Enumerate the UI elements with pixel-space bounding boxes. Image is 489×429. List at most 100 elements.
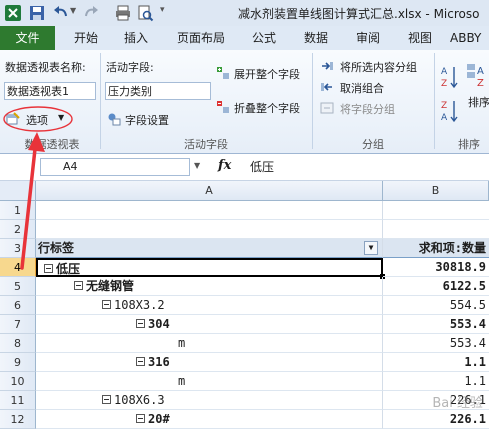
save-icon[interactable]: [28, 4, 46, 22]
group-label-group: 分组: [362, 138, 384, 151]
group-selection-button[interactable]: 将所选内容分组: [320, 58, 430, 76]
row-labels-filter-icon[interactable]: ▼: [364, 241, 378, 255]
insert-function-icon[interactable]: fx: [218, 158, 231, 173]
svg-text:A: A: [441, 67, 448, 77]
pivot-row-labels-header[interactable]: 行标签 ▼: [36, 239, 383, 258]
cell-a8[interactable]: m: [36, 334, 383, 353]
field-settings-icon: [108, 113, 121, 126]
select-all-corner[interactable]: [0, 181, 36, 201]
cell-b5[interactable]: 6122.5: [383, 277, 489, 296]
cell-b12[interactable]: 226.1: [383, 410, 489, 429]
collapse-icon[interactable]: [102, 395, 111, 404]
column-header-a[interactable]: A: [36, 181, 383, 201]
cell-a10[interactable]: m: [36, 372, 383, 391]
row-header[interactable]: 5: [0, 277, 36, 296]
svg-text:A: A: [477, 66, 484, 77]
collapse-icon[interactable]: [136, 319, 145, 328]
collapse-icon[interactable]: [102, 300, 111, 309]
sort-button-label[interactable]: 排序: [468, 94, 489, 110]
collapse-icon[interactable]: [74, 281, 83, 290]
cell-b1[interactable]: [383, 201, 489, 220]
group-selection-label: 将所选内容分组: [340, 61, 417, 74]
tab-page-layout[interactable]: 页面布局: [170, 26, 232, 50]
cell-a12-text: 20#: [148, 412, 170, 426]
ungroup-icon: [321, 83, 332, 91]
active-field-label: 活动字段:: [106, 61, 154, 74]
sort-ascending-icon[interactable]: A Z: [441, 64, 459, 90]
ribbon-tab-strip: 文件 开始 插入 页面布局 公式 数据 审阅 视图 ABBY: [0, 26, 489, 51]
tab-insert[interactable]: 插入: [116, 26, 156, 50]
pivot-name-label: 数据透视表名称:: [5, 61, 86, 74]
undo-icon[interactable]: [52, 4, 70, 22]
cell-a1[interactable]: [36, 201, 383, 220]
expand-field-label: 展开整个字段: [234, 68, 300, 81]
cell-a11[interactable]: 108X6.3: [36, 391, 383, 410]
cell-a2[interactable]: [36, 220, 383, 239]
row-header[interactable]: 3: [0, 239, 36, 258]
cell-a7[interactable]: 304: [36, 315, 383, 334]
tab-data[interactable]: 数据: [296, 26, 336, 50]
row-header[interactable]: 6: [0, 296, 36, 315]
tab-formulas[interactable]: 公式: [244, 26, 284, 50]
collapse-icon[interactable]: [136, 414, 145, 423]
ungroup-button[interactable]: 取消组合: [320, 79, 400, 97]
customize-quick-access-icon[interactable]: ▾: [160, 5, 168, 23]
group-label-active-field: 活动字段: [184, 138, 228, 151]
cell-a6[interactable]: 108X3.2: [36, 296, 383, 315]
cell-a11-text: 108X6.3: [114, 393, 165, 407]
cell-b6[interactable]: 554.5: [383, 296, 489, 315]
name-box-dropdown-icon[interactable]: ▼: [194, 161, 200, 170]
cell-b8[interactable]: 553.4: [383, 334, 489, 353]
undo-dropdown-icon[interactable]: ▼: [70, 6, 76, 16]
options-button[interactable]: 选项 ▼: [4, 110, 74, 128]
active-field-input[interactable]: 压力类别: [105, 82, 211, 100]
row-labels-text: 行标签: [38, 241, 75, 255]
tab-abbyy[interactable]: ABBY: [450, 26, 489, 50]
row-header[interactable]: 11: [0, 391, 36, 410]
row-header[interactable]: 4: [0, 258, 36, 277]
row-header[interactable]: 8: [0, 334, 36, 353]
group-selection-icon: [322, 62, 333, 70]
row-header[interactable]: 2: [0, 220, 36, 239]
sort-icon[interactable]: A Z: [466, 62, 488, 90]
row-header[interactable]: 7: [0, 315, 36, 334]
worksheet-grid[interactable]: A B 1 2 3 行标签 ▼ 求和项:数量 4 低压 30818.9 5 无缝…: [0, 181, 489, 429]
collapse-field-label: 折叠整个字段: [234, 102, 300, 115]
cell-b10[interactable]: 1.1: [383, 372, 489, 391]
formula-bar: A4 ▼ fx 低压: [0, 154, 489, 181]
collapse-icon[interactable]: [44, 264, 53, 273]
collapse-field-button[interactable]: 折叠整个字段: [216, 98, 306, 116]
cell-a6-text: 108X3.2: [114, 298, 165, 312]
group-field-button[interactable]: 将字段分组: [320, 100, 410, 118]
expand-field-button[interactable]: 展开整个字段: [216, 64, 306, 82]
collapse-icon[interactable]: [136, 357, 145, 366]
pivot-name-input[interactable]: 数据透视表1: [4, 82, 96, 100]
name-box[interactable]: A4: [40, 158, 190, 176]
row-header[interactable]: 9: [0, 353, 36, 372]
cell-b2[interactable]: [383, 220, 489, 239]
row-header[interactable]: 10: [0, 372, 36, 391]
formula-input[interactable]: 低压: [250, 158, 274, 175]
cell-a4-text: 低压: [56, 262, 81, 276]
cell-b9[interactable]: 1.1: [383, 353, 489, 372]
tab-home[interactable]: 开始: [66, 26, 106, 50]
column-header-b[interactable]: B: [383, 181, 489, 201]
title-bar: ▼ ▾ 减水剂装置单线图计算式汇总.xlsx - Microso: [0, 0, 489, 27]
cell-a12[interactable]: 20#: [36, 410, 383, 429]
tab-view[interactable]: 视图: [400, 26, 440, 50]
cell-b7[interactable]: 553.4: [383, 315, 489, 334]
row-header[interactable]: 12: [0, 410, 36, 429]
print-icon[interactable]: [114, 4, 132, 22]
sort-descending-icon[interactable]: Z A: [441, 98, 459, 124]
pivot-value-header[interactable]: 求和项:数量: [383, 239, 489, 258]
field-settings-button[interactable]: 字段设置: [105, 110, 195, 128]
cell-a4-selected[interactable]: 低压: [36, 258, 385, 279]
row-header[interactable]: 1: [0, 201, 36, 220]
print-preview-icon[interactable]: [136, 4, 154, 22]
redo-icon[interactable]: [82, 4, 100, 22]
cell-b4[interactable]: 30818.9: [383, 258, 489, 277]
cell-a9[interactable]: 316: [36, 353, 383, 372]
cell-a5[interactable]: 无缝钢管: [36, 277, 383, 296]
tab-review[interactable]: 审阅: [348, 26, 388, 50]
tab-file[interactable]: 文件: [0, 26, 55, 50]
